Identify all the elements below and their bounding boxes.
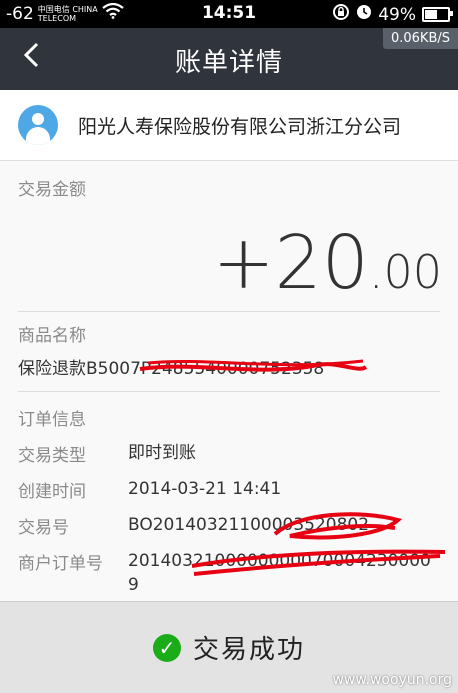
alarm-icon [356, 4, 372, 25]
battery-percent: 49% [378, 4, 416, 25]
order-key: 交易号 [18, 518, 69, 538]
check-circle-icon: ✓ [152, 633, 181, 662]
nav-bar: 账单详情 0.06KB/S [0, 28, 458, 90]
redaction-scribble [273, 512, 403, 540]
redaction-scribble [191, 549, 446, 576]
order-row: 创建时间 2014-03-21 14:41 [18, 477, 438, 502]
order-key: 交易类型 [18, 446, 86, 466]
transaction-status: 交易成功 [192, 635, 305, 665]
divider [18, 311, 440, 312]
order-key: 创建时间 [18, 482, 86, 502]
merchant-name: 阳光人寿保险股份有限公司浙江分公司 [78, 115, 402, 138]
watermark: www.wooyun.org [332, 672, 452, 688]
amount-integer: +20 [212, 220, 369, 306]
status-bar: -62 中国电信 CHINA TELECOM 14:51 49% [0, 0, 458, 28]
user-icon [18, 105, 58, 145]
order-info-label: 订单信息 [18, 410, 86, 430]
network-speed: 0.06KB/S [382, 28, 458, 49]
amount-value: +20.00 [213, 223, 442, 312]
order-key: 商户订单号 [18, 554, 103, 574]
order-value: 2014-03-21 14:41 [128, 479, 282, 499]
battery-level [425, 10, 437, 19]
redaction-scribble [139, 359, 368, 372]
product-label: 商品名称 [18, 326, 86, 346]
bill-detail-card: 交易金额 +20.00 商品名称 保险退款B5007P2485540000752… [0, 161, 458, 601]
rotation-lock-icon [332, 3, 350, 26]
merchant-row[interactable]: 阳光人寿保险股份有限公司浙江分公司 [0, 90, 458, 161]
battery-icon [422, 7, 453, 22]
status-right: 49% [332, 3, 453, 26]
amount-cents: .00 [368, 245, 442, 299]
amount-label: 交易金额 [18, 180, 86, 200]
order-value: 即时到账 [128, 443, 196, 463]
divider [18, 391, 440, 392]
order-row: 交易类型 即时到账 [18, 441, 438, 466]
